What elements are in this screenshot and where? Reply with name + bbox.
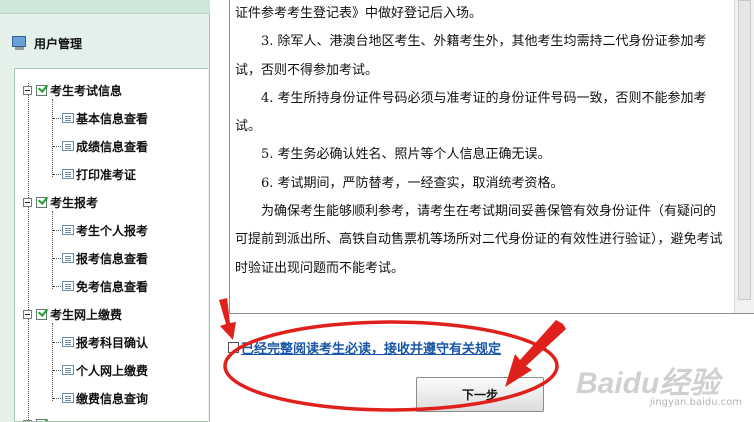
notice-rule-4: 4. 考生所持身份证件号码必须与准考证的身份证件号码一致，否则不能参加考试。 [235,90,707,135]
baidu-watermark: Baidu经验 jingyan.baidu.com [576,356,746,416]
collapse-toggle-icon[interactable] [23,85,32,95]
document-icon [62,169,74,179]
document-icon [62,141,74,151]
watermark-logo: Baidu经验 [576,367,720,400]
tree-group-label: 考生考试信息 [50,83,123,98]
document-icon [62,393,74,403]
checked-book-icon [35,416,49,421]
vertical-scrollbar[interactable] [734,0,754,313]
tree-group-exam-info[interactable]: 考生考试信息 [23,81,122,99]
user-management-icon [12,35,28,51]
notice-text: 证件参考考生登记表》中做好登记后入场。 3. 除军人、港澳台地区考生、外籍考生外… [235,0,728,312]
notice-closing-paragraph: 为确保考生能够顺利参考，请考生在考试期间妥善保管有效身份证件（有疑问的可提前到派… [235,204,723,276]
tree-group-label: 考生报考 [50,195,99,210]
document-icon [62,225,74,235]
sidebar-top-strip [0,0,210,14]
tree-item-online-payment[interactable]: 个人网上缴费 [53,361,148,379]
agreement-checkbox[interactable] [228,341,239,353]
tree-item-print-admission[interactable]: 打印准考证 [53,165,136,183]
next-step-button[interactable]: 下一步 [416,377,544,412]
notice-scroll-frame[interactable]: 证件参考考生登记表》中做好登记后入场。 3. 除军人、港澳台地区考生、外籍考生外… [229,0,754,314]
notice-line: 证件参考考生登记表》中做好登记后入场。 [235,6,483,21]
tree-group-partial[interactable] [23,415,50,421]
collapse-toggle-icon[interactable] [23,197,32,207]
tree-item-label: 缴费信息查询 [76,391,149,406]
document-icon [62,113,74,123]
user-management-header[interactable]: 用户管理 [12,32,82,54]
checked-book-icon [35,82,49,97]
tree-item-score-info[interactable]: 成绩信息查看 [53,137,148,155]
tree-item-label: 报考科目确认 [76,335,149,350]
notice-rule-6: 6. 考试期间，严防替考，一经查实，取消统考资格。 [261,175,564,191]
tree-item-label: 打印准考证 [76,167,137,182]
user-management-label: 用户管理 [34,36,83,51]
sidebar: 用户管理 考生考试信息 基本信息查看 成绩信息查看 打印准考证 考生报考 考生个… [0,0,210,422]
tree-item-label: 个人网上缴费 [76,363,149,378]
tree-item-payment-query[interactable]: 缴费信息查询 [53,389,148,407]
tree-group-label: 考生网上缴费 [50,307,123,322]
collapse-toggle-icon[interactable] [23,309,32,319]
tree-item-subject-confirm[interactable]: 报考科目确认 [53,333,148,351]
tree-item-registration-info[interactable]: 报考信息查看 [53,249,148,267]
tree-item-label: 免考信息查看 [76,279,149,294]
checked-book-icon [35,194,49,209]
tree-item-label: 考生个人报考 [76,223,149,238]
watermark-url: jingyan.baidu.com [649,397,742,408]
tree-item-label: 基本信息查看 [76,111,149,126]
nav-tree: 考生考试信息 基本信息查看 成绩信息查看 打印准考证 考生报考 考生个人报考 报… [14,68,208,422]
tree-item-personal-registration[interactable]: 考生个人报考 [53,221,148,239]
tree-group-registration[interactable]: 考生报考 [23,193,98,211]
notice-rule-3: 3. 除军人、港澳台地区考生、外籍考生外，其他考生均需持二代身份证参加考试，否则… [235,34,707,78]
checked-book-icon [35,306,49,321]
document-icon [62,253,74,263]
tree-item-exemption-info[interactable]: 免考信息查看 [53,277,148,295]
tree-connector-line [28,83,29,421]
tree-group-online-payment[interactable]: 考生网上缴费 [23,305,122,323]
tree-item-label: 成绩信息查看 [76,139,149,154]
agreement-row[interactable]: 已经完整阅读考生必读，接收并遵守有关规定 [228,336,501,358]
scrollbar-thumb[interactable] [738,0,751,300]
tree-item-basic-info[interactable]: 基本信息查看 [53,109,148,127]
document-icon [62,337,74,347]
tree-item-label: 报考信息查看 [76,251,149,266]
notice-rule-5: 5. 考生务必确认姓名、照片等个人信息正确无误。 [261,147,551,163]
document-icon [62,365,74,375]
agreement-label[interactable]: 已经完整阅读考生必读，接收并遵守有关规定 [241,338,501,357]
document-icon [62,281,74,291]
